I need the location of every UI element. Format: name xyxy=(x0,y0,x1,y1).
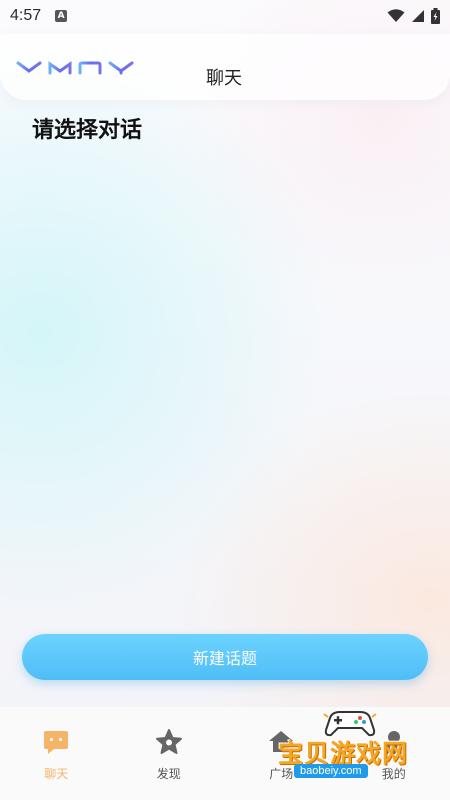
discover-star-icon xyxy=(154,727,184,757)
select-conversation-heading: 请选择对话 xyxy=(32,118,143,143)
profile-icon xyxy=(379,727,409,757)
tab-label: 广场 xyxy=(269,767,294,781)
a-icon: A xyxy=(55,10,68,22)
page-title: 聊天 xyxy=(206,68,242,89)
tab-chat[interactable]: 聊天 xyxy=(0,707,113,800)
status-bar: 4:57 A xyxy=(0,0,450,32)
ymoy-logo xyxy=(16,61,134,75)
app-header: 聊天 xyxy=(0,34,450,100)
tab-profile[interactable]: 我的 xyxy=(338,707,450,800)
status-time: 4:57 xyxy=(10,7,42,24)
bottom-tab-bar: 聊天 发现 广场 我的 xyxy=(0,707,450,800)
tab-discover[interactable]: 发现 xyxy=(113,707,226,800)
square-home-icon xyxy=(266,727,296,757)
tab-label: 我的 xyxy=(381,767,406,781)
wifi-icon xyxy=(387,9,405,22)
tab-label: 聊天 xyxy=(44,767,69,781)
tab-label: 发现 xyxy=(156,767,181,781)
signal-icon xyxy=(412,10,424,22)
chat-icon xyxy=(41,727,71,757)
new-topic-button[interactable]: 新建话题 xyxy=(22,634,428,680)
status-right-icons xyxy=(387,8,440,24)
tab-square[interactable]: 广场 xyxy=(225,707,338,800)
battery-icon xyxy=(431,8,440,24)
